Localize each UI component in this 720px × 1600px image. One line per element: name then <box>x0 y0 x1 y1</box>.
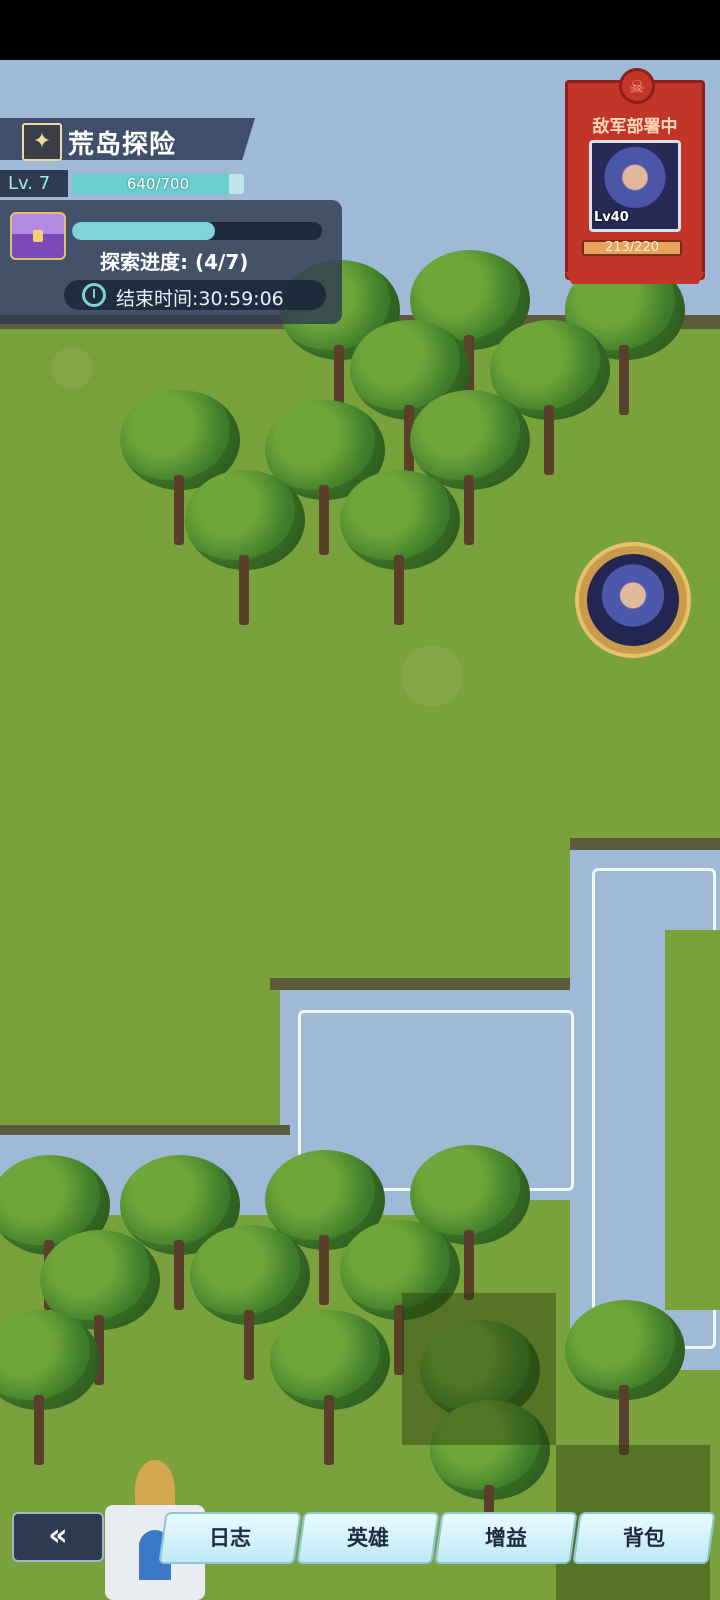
level-label: Lv. 7 <box>0 170 68 197</box>
back-button[interactable]: « <box>12 1512 104 1562</box>
grass-island <box>665 930 720 1310</box>
bag-button-label: 背包 <box>623 1526 665 1550</box>
skull-icon: ☠ <box>619 68 655 104</box>
tree <box>0 1310 110 1470</box>
log-button[interactable]: 日志 <box>158 1512 302 1564</box>
cliff-edge <box>0 1125 290 1135</box>
tree <box>330 470 470 630</box>
status-bar <box>0 0 720 60</box>
hero-portrait[interactable] <box>575 542 691 658</box>
buffs-button-label: 增益 <box>485 1526 527 1550</box>
page-title: 荒岛探险 <box>68 130 177 160</box>
heroes-button-label: 英雄 <box>347 1526 389 1550</box>
treasure-chest-icon[interactable] <box>10 212 66 260</box>
clock-icon <box>82 283 106 307</box>
cliff-edge <box>570 838 720 850</box>
cliff-edge <box>270 978 570 990</box>
enemy-card-foot <box>565 272 705 284</box>
bag-button[interactable]: 背包 <box>572 1512 716 1564</box>
explore-progress-text: 探索进度: (4/7) <box>100 250 249 274</box>
explore-progress-bar <box>72 222 322 240</box>
heroes-button[interactable]: 英雄 <box>296 1512 440 1564</box>
box-icon: ✦ <box>22 123 62 161</box>
level-exp-text: 640/700 <box>126 175 190 193</box>
enemy-level: Lv40 <box>594 210 629 225</box>
tree <box>175 470 315 630</box>
tree <box>260 1310 400 1470</box>
tree <box>555 1300 695 1460</box>
end-time-value: 30:59:06 <box>198 288 284 310</box>
log-button-label: 日志 <box>209 1526 251 1550</box>
buffs-button[interactable]: 增益 <box>434 1512 578 1564</box>
fog-tile <box>402 1293 556 1445</box>
end-time-text: 结束时间:30:59:06 <box>116 284 284 311</box>
enemy-title: 敌军部署中 <box>592 117 678 137</box>
end-time-label: 结束时间: <box>116 288 199 310</box>
enemy-hp-text: 213/220 <box>604 240 659 255</box>
